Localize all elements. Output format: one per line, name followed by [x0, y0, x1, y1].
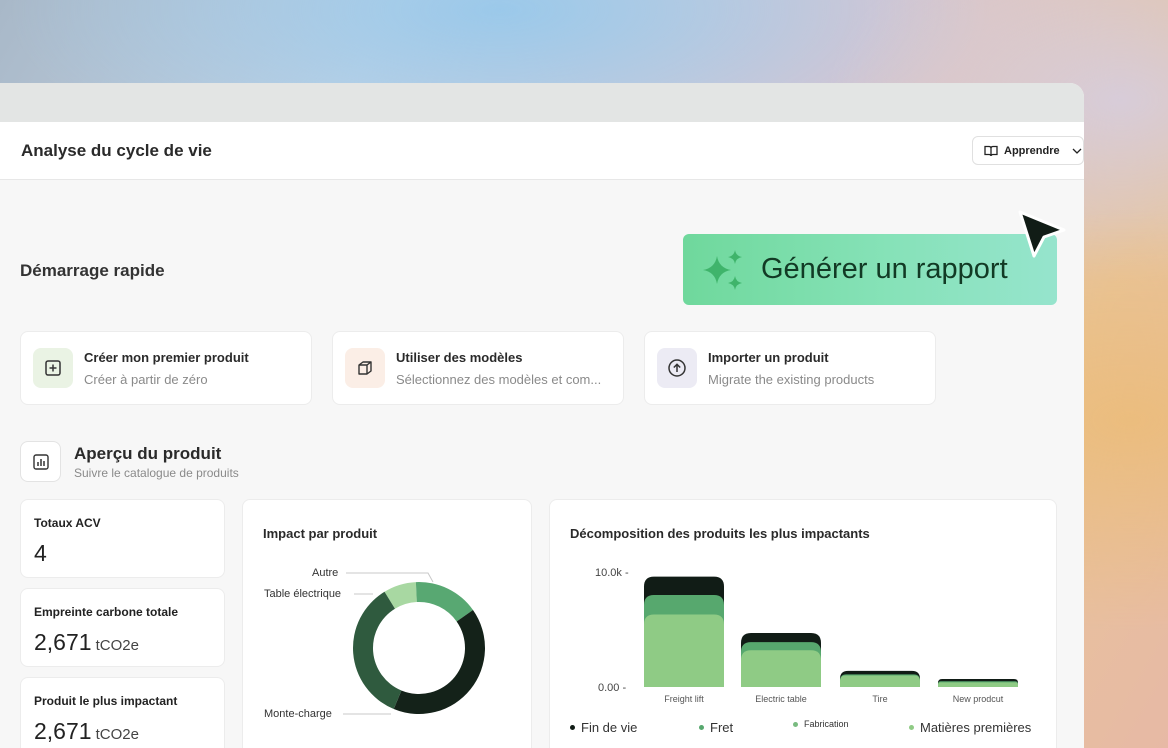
panel-title: Décomposition des produits les plus impa…: [570, 526, 870, 541]
stat-value: 4: [34, 540, 47, 566]
stat-label: Totaux ACV: [34, 516, 101, 530]
overview-title: Aperçu du produit: [74, 444, 222, 463]
create-product-card[interactable]: Créer mon premier produit Créer à partir…: [20, 331, 312, 405]
use-templates-card[interactable]: Utiliser des modèles Sélectionnez des mo…: [332, 331, 624, 405]
card-subtitle: Sélectionnez des modèles et com...: [396, 372, 602, 387]
stat-label: Empreinte carbone totale: [34, 605, 179, 619]
sparkles-icon: [703, 249, 742, 290]
chevron-down-icon: [1072, 148, 1082, 154]
bar-segment: [840, 675, 920, 687]
page-title: Analyse du cycle de vie: [21, 141, 212, 160]
donut-slice-3: [353, 591, 402, 709]
import-product-card[interactable]: Importer un produit Migrate the existing…: [644, 331, 936, 405]
y-tick-label: 10.0k -: [595, 567, 629, 579]
donut-slice-2: [393, 610, 486, 714]
stat-unit: tCO2e: [95, 726, 139, 743]
leader-line: [346, 572, 434, 583]
app-window: Analyse du cycle de vie Apprendre Démarr…: [0, 83, 1084, 748]
upload-circle-icon: [657, 348, 697, 388]
stat-card-lca-total: Totaux ACV 4: [20, 499, 225, 578]
quick-start-title: Démarrage rapide: [20, 261, 165, 280]
top-bar: Analyse du cycle de vie Apprendre: [0, 122, 1084, 180]
stat-label: Produit le plus impactant: [34, 694, 178, 708]
y-tick-label: 0.00 -: [598, 682, 626, 694]
overview-subtitle: Suivre le catalogue de produits: [74, 466, 239, 480]
legend-fin-de-vie: Fin de vie: [570, 720, 637, 735]
generate-report-button[interactable]: Générer un rapport: [683, 234, 1057, 305]
card-subtitle: Migrate the existing products: [708, 372, 875, 387]
donut-label-monte: Monte-charge: [264, 708, 332, 720]
stat-card-top-product: Produit le plus impactant 2,671 tCO2e: [20, 677, 225, 748]
donut-label-autre: Autre: [312, 567, 339, 579]
stat-value: 2,671 tCO2e: [34, 629, 139, 655]
stat-unit: tCO2e: [95, 637, 139, 654]
legend-fret: Fret: [699, 720, 733, 735]
window-chrome: [0, 83, 1084, 122]
learn-button[interactable]: Apprendre: [972, 136, 1084, 165]
stat-value: 2,671 tCO2e: [34, 718, 139, 744]
bar-segment: [644, 614, 724, 687]
bar-chart-icon: [20, 441, 61, 482]
x-tick-label: Electric table: [755, 694, 807, 704]
book-icon: [984, 145, 998, 156]
generate-report-label: Générer un rapport: [761, 253, 1008, 285]
x-tick-label: Tire: [872, 694, 887, 704]
x-tick-label: Freight lift: [664, 694, 704, 704]
card-title: Utiliser des modèles: [396, 350, 523, 365]
stat-card-carbon-footprint: Empreinte carbone totale 2,671 tCO2e: [20, 588, 225, 667]
card-subtitle: Créer à partir de zéro: [84, 372, 208, 387]
donut-label-table: Table électrique: [264, 588, 342, 600]
plus-square-icon: [33, 348, 73, 388]
legend-fabrication: Fabrication: [793, 719, 849, 729]
legend-matieres: Matières premières: [909, 720, 1031, 735]
bar-segment: [741, 650, 821, 687]
cube-icon: [345, 348, 385, 388]
card-title: Importer un produit: [708, 350, 829, 365]
cursor-arrow-icon: [1018, 210, 1066, 258]
breakdown-panel: Décomposition des produits les plus impa…: [549, 499, 1057, 748]
donut-slice-1: [415, 582, 473, 622]
card-title: Créer mon premier produit: [84, 350, 249, 365]
x-tick-label: New prodcut: [953, 694, 1004, 704]
bar-segment: [938, 682, 1018, 687]
impact-by-product-panel: Impact par produit Autre Table électriqu…: [242, 499, 532, 748]
learn-label: Apprendre: [1004, 144, 1060, 157]
